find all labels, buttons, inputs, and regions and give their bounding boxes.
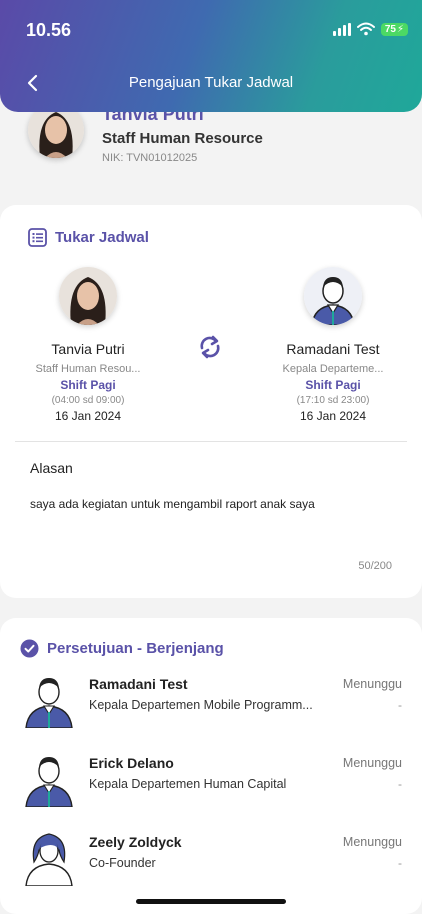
swap-to-time: (17:10 sd 23:00) bbox=[296, 395, 370, 406]
battery-indicator: 75 ⚡ bbox=[380, 22, 408, 36]
approval-card: Persetujuan - Berjenjang Ramadani Test K… bbox=[0, 618, 422, 914]
signal-icon bbox=[332, 22, 351, 36]
approver-name: Erick Delano bbox=[89, 755, 174, 771]
status-badge: Menunggu bbox=[342, 756, 402, 770]
swap-to: Ramadani Test Kepala Departeme... Shift … bbox=[268, 267, 398, 423]
avatar bbox=[59, 267, 117, 325]
approval-title: Persetujuan - Berjenjang bbox=[47, 640, 224, 657]
swap-to-role: Kepala Departeme... bbox=[282, 363, 384, 375]
approver-name: Ramadani Test bbox=[89, 676, 188, 692]
swap-icon bbox=[200, 335, 220, 359]
swap-section-title: Tukar Jadwal bbox=[28, 228, 149, 247]
status-icons: 75 ⚡ bbox=[332, 22, 408, 36]
swap-from-date: 16 Jan 2024 bbox=[54, 409, 122, 423]
status-time: 10.56 bbox=[26, 20, 72, 40]
swap-from: Tanvia Putri Staff Human Resou... Shift … bbox=[23, 267, 153, 423]
list-item: Erick Delano Kepala Departemen Human Cap… bbox=[0, 751, 422, 813]
approver-note: - bbox=[398, 698, 402, 712]
status-badge: Menunggu bbox=[342, 677, 402, 691]
approval-section-title: Persetujuan - Berjenjang bbox=[20, 639, 224, 658]
avatar bbox=[25, 757, 73, 807]
list-item: Zeely Zoldyck Co-Founder Menunggu - bbox=[0, 830, 422, 892]
reason-label: Alasan bbox=[30, 460, 73, 476]
profile-nik: NIK: TVN01012025 bbox=[102, 152, 198, 164]
app-header: 10.56 75 ⚡ Pengajuan Tukar Jadwal bbox=[0, 0, 422, 112]
swap-from-shift: Shift Pagi bbox=[60, 378, 116, 392]
approver-role: Kepala Departemen Human Capital bbox=[89, 777, 287, 791]
swap-title: Tukar Jadwal bbox=[55, 229, 149, 246]
reason-text: saya ada kegiatan untuk mengambil raport… bbox=[30, 497, 315, 511]
swap-from-role: Staff Human Resou... bbox=[35, 363, 141, 375]
page-title: Pengajuan Tukar Jadwal bbox=[128, 74, 294, 91]
avatar bbox=[25, 833, 73, 886]
divider bbox=[15, 441, 407, 442]
battery-level: 75 bbox=[384, 23, 396, 35]
approver-role: Co-Founder bbox=[89, 856, 156, 870]
swap-card: Tukar Jadwal Tanvia Putri Staff Human Re… bbox=[0, 205, 422, 598]
home-indicator[interactable] bbox=[136, 899, 286, 904]
swap-from-name: Tanvia Putri bbox=[51, 341, 125, 357]
list-item: Ramadani Test Kepala Departemen Mobile P… bbox=[0, 672, 422, 734]
wifi-icon bbox=[356, 22, 375, 36]
approver-role: Kepala Departemen Mobile Programm... bbox=[89, 698, 313, 712]
avatar bbox=[304, 267, 362, 325]
approver-note: - bbox=[398, 777, 402, 791]
charging-icon: ⚡ bbox=[396, 23, 404, 35]
swap-from-time: (04:00 sd 09:00) bbox=[51, 395, 125, 406]
reason-char-count: 50/200 bbox=[358, 560, 392, 572]
status-badge: Menunggu bbox=[342, 835, 402, 849]
list-icon bbox=[28, 228, 47, 247]
approver-note: - bbox=[398, 856, 402, 870]
swap-to-shift: Shift Pagi bbox=[305, 378, 361, 392]
swap-to-name: Ramadani Test bbox=[286, 341, 380, 357]
approver-name: Zeely Zoldyck bbox=[89, 834, 182, 850]
swap-to-date: 16 Jan 2024 bbox=[299, 409, 367, 423]
avatar bbox=[25, 678, 73, 728]
profile-role: Staff Human Resource bbox=[102, 130, 263, 147]
check-circle-icon bbox=[20, 639, 39, 658]
